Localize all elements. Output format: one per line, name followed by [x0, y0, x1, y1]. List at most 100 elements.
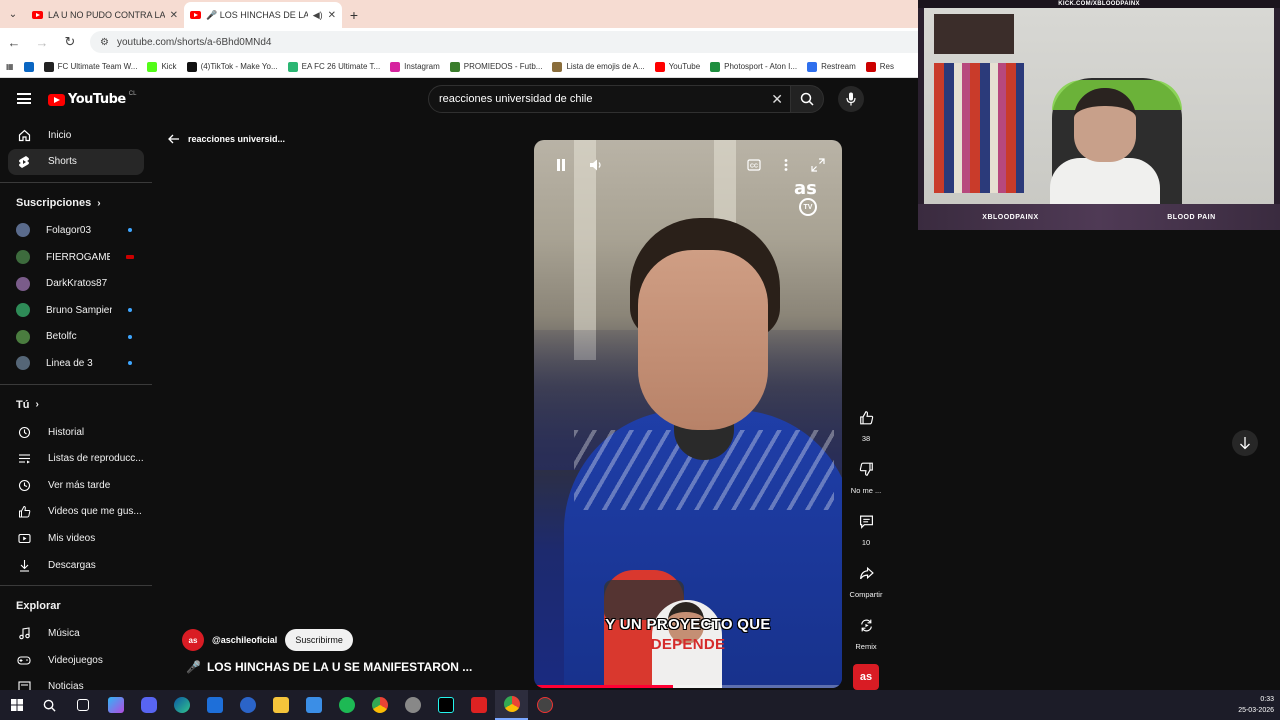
next-short-button[interactable] [1232, 430, 1258, 456]
captions-button[interactable]: CC [746, 157, 762, 173]
taskbar-app-active[interactable] [495, 690, 528, 720]
youtube-logo[interactable]: YouTube CL [48, 90, 137, 107]
watch-later-icon [16, 477, 32, 493]
bookmark-item[interactable]: FC Ultimate Team W... [43, 61, 137, 72]
bookmark-linkedin[interactable] [23, 61, 34, 72]
clear-search-icon[interactable]: ✕ [771, 91, 783, 108]
back-to-results-link[interactable]: reacciones universid... [168, 134, 285, 144]
comments-button[interactable] [853, 508, 879, 534]
channel-badge-button[interactable]: as [853, 664, 879, 690]
logo-country: CL [128, 90, 137, 97]
subscription-item[interactable]: FIERROGAMER [8, 244, 144, 271]
bookmark-item[interactable]: Restream [807, 61, 856, 72]
browser-tab-1[interactable]: LA U NO PUDO CONTRA LA CA ✕ [26, 2, 184, 28]
bookmark-item[interactable]: Lista de emojis de A... [552, 61, 645, 72]
like-button[interactable] [853, 404, 879, 430]
start-button[interactable] [0, 690, 33, 720]
youtube-favicon-icon [190, 11, 201, 19]
new-tab-button[interactable]: + [342, 2, 366, 28]
browser-tab-2[interactable]: 🎤 LOS HINCHAS DE LA U ◀) ✕ [184, 2, 342, 28]
bookmark-item[interactable]: Kick [147, 61, 177, 72]
sidebar-item-news[interactable]: Noticias [8, 674, 144, 690]
taskbar-app[interactable] [297, 690, 330, 720]
youtube-icon [654, 61, 665, 72]
taskbar-app[interactable] [429, 690, 462, 720]
menu-icon[interactable] [17, 93, 31, 104]
taskbar-app[interactable] [528, 690, 561, 720]
you-header[interactable]: Tú › [0, 391, 152, 419]
new-content-dot [128, 361, 132, 366]
sidebar-item-music[interactable]: Música [8, 620, 144, 647]
search-button[interactable] [790, 85, 824, 113]
channel-name[interactable]: @aschileoficial [212, 635, 277, 645]
bookmark-item[interactable]: (4)TikTok - Make Yo... [186, 61, 278, 72]
thumbs-up-icon [16, 504, 32, 520]
subscription-item[interactable]: Linea de 3 [8, 350, 144, 377]
sidebar-item-shorts[interactable]: Shorts [8, 148, 144, 176]
more-options-button[interactable] [778, 157, 794, 173]
sidebar-item-home[interactable]: Inicio [8, 122, 144, 149]
subscription-item[interactable]: DarkKratos87 [8, 270, 144, 297]
taskbar-app[interactable] [264, 690, 297, 720]
taskbar-app[interactable] [99, 690, 132, 720]
voice-search-button[interactable] [838, 86, 864, 112]
forward-arrow-icon[interactable]: → [34, 35, 50, 50]
sidebar-item-gaming[interactable]: Videojuegos [8, 647, 144, 674]
remix-button[interactable] [853, 612, 879, 638]
share-button[interactable] [853, 560, 879, 586]
taskbar-app[interactable] [231, 690, 264, 720]
bookmark-item[interactable]: YouTube [654, 61, 700, 72]
taskbar-search-button[interactable] [33, 690, 66, 720]
search-icon [43, 699, 56, 712]
taskbar-app[interactable] [198, 690, 231, 720]
subscription-item[interactable]: Betolfc [8, 324, 144, 351]
short-video-player[interactable]: Y UN PROYECTO QUE DEPENDE CC as TV [534, 140, 842, 688]
bookmark-item[interactable]: PROMIEDOS - Futb... [449, 61, 542, 72]
clock-date: 25-03-2026 [1238, 707, 1274, 714]
search-input[interactable]: reacciones universidad de chile ✕ [428, 85, 794, 113]
taskbar-app[interactable] [363, 690, 396, 720]
sidebar-item-history[interactable]: Historial [8, 419, 144, 446]
tab-close-icon[interactable]: ✕ [170, 10, 178, 21]
sidebar-item-watch-later[interactable]: Ver más tarde [8, 472, 144, 499]
bookmark-item[interactable]: EA FC 26 Ultimate T... [287, 61, 380, 72]
video-progress-bar[interactable] [534, 685, 842, 688]
site-info-icon[interactable]: ⚙ [100, 37, 109, 48]
taskbar-app[interactable] [330, 690, 363, 720]
apps-grid-icon[interactable]: ▦ [6, 62, 14, 71]
taskbar-app[interactable] [132, 690, 165, 720]
task-view-button[interactable] [66, 690, 99, 720]
subscription-item[interactable]: Bruno Sampieri [8, 297, 144, 324]
tab-close-icon[interactable]: ✕ [328, 10, 336, 21]
audio-playing-icon[interactable]: ◀) [313, 10, 323, 21]
tab-search-button[interactable]: ⌄ [0, 0, 26, 28]
channel-avatar[interactable]: as [182, 629, 204, 651]
dislike-label: No me ... [850, 486, 882, 495]
system-clock[interactable]: 0:33 25-03-2026 [1238, 694, 1274, 716]
subscription-item[interactable]: Folagor03 [8, 217, 144, 244]
taskbar-app[interactable] [462, 690, 495, 720]
subscribe-button[interactable]: Suscribirme [285, 629, 353, 651]
dislike-button[interactable] [853, 456, 879, 482]
bookmark-item[interactable]: Instagram [390, 61, 440, 72]
sidebar-item-playlists[interactable]: Listas de reproducc... [8, 445, 144, 472]
reload-icon[interactable]: ↻ [62, 34, 78, 50]
url-text: youtube.com/shorts/a-6Bhd0MNd4 [116, 36, 272, 48]
sidebar-item-liked[interactable]: Videos que me gus... [8, 499, 144, 526]
bookmark-item[interactable]: Photosport - Aton I... [710, 61, 797, 72]
subscriptions-header[interactable]: Suscripciones › [0, 189, 152, 217]
url-field[interactable]: ⚙ youtube.com/shorts/a-6Bhd0MNd4 [90, 31, 990, 53]
sidebar-item-downloads[interactable]: Descargas [8, 552, 144, 579]
pause-button[interactable] [553, 157, 569, 173]
taskbar-app[interactable] [396, 690, 429, 720]
fullscreen-button[interactable] [810, 157, 826, 173]
live-indicator-icon [126, 255, 134, 260]
short-title[interactable]: 🎤 LOS HINCHAS DE LA U SE MANIFESTARON ..… [186, 660, 472, 674]
sidebar-item-label: Videojuegos [48, 654, 103, 666]
bookmark-item[interactable]: Res [865, 61, 894, 72]
volume-button[interactable] [588, 157, 604, 173]
sidebar-item-my-videos[interactable]: Mis videos [8, 525, 144, 552]
taskbar-app[interactable] [165, 690, 198, 720]
back-arrow-icon[interactable]: ← [6, 35, 22, 50]
download-icon [16, 557, 32, 573]
